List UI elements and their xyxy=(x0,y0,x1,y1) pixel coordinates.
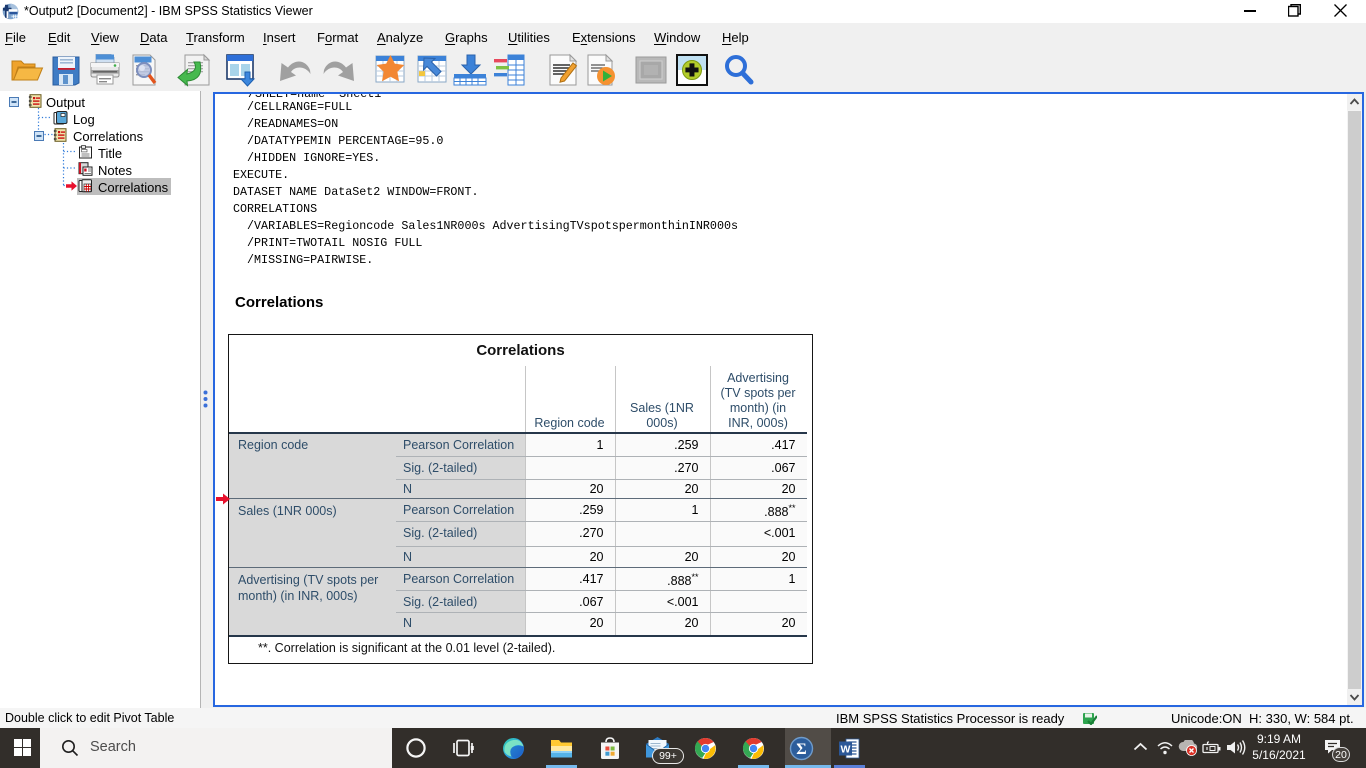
svg-text:W: W xyxy=(841,744,851,756)
svg-text:Σ: Σ xyxy=(796,741,806,758)
